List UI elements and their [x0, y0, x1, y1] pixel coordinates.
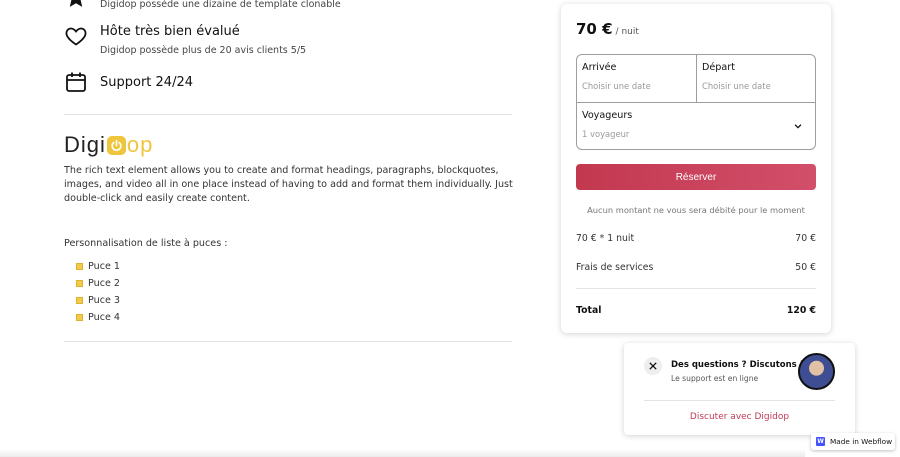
square-bullet-icon [76, 297, 83, 304]
badge-text: Made in Webflow [830, 437, 893, 446]
page-edge-shadow [0, 449, 805, 457]
service-fee-line: Frais de services 50 € [576, 262, 816, 273]
line-label: 70 € * 1 nuit [576, 233, 635, 244]
feature-title: Support 24/24 [100, 75, 193, 90]
webflow-icon: W [816, 437, 825, 446]
logo-text-start: Digi [64, 132, 106, 157]
total-label: Total [576, 305, 602, 316]
list-item: Puce 4 [76, 309, 120, 326]
logo-text-end: op [126, 132, 154, 157]
chat-widget: Des questions ? Discutons ! Le support e… [624, 343, 855, 435]
list-item: Puce 1 [76, 258, 120, 275]
total-line: Total 120 € [576, 305, 816, 316]
guests-select[interactable]: Voyageurs 1 voyageur [577, 103, 815, 149]
price: 70 € / nuit [576, 20, 639, 38]
square-bullet-icon [76, 314, 83, 321]
chat-status: Le support est en ligne [671, 374, 759, 383]
arrival-label: Arrivée [582, 62, 617, 73]
list-item: Puce 2 [76, 275, 120, 292]
chat-divider [644, 400, 835, 401]
section-divider [64, 114, 512, 115]
feature-support: Support 24/24 [64, 70, 193, 94]
chevron-down-icon[interactable] [793, 121, 803, 131]
departure-field[interactable]: Départ Choisir une date [697, 55, 815, 102]
square-bullet-icon [76, 280, 83, 287]
feature-desc: Digidop possède plus de 20 avis clients … [100, 45, 307, 56]
feature-templates: Digidop possède une dizaine de template … [64, 0, 341, 10]
total-amount: 120 € [786, 305, 816, 316]
feature-rated-host: Hôte très bien évalué Digidop possède pl… [64, 24, 306, 56]
nightly-line: 70 € * 1 nuit 70 € [576, 233, 816, 244]
booking-form: Arrivée Choisir une date Départ Choisir … [576, 54, 816, 150]
calendar-icon [66, 72, 86, 92]
bullet-list: Puce 1 Puce 2 Puce 3 Puce 4 [76, 258, 120, 326]
arrival-field[interactable]: Arrivée Choisir une date [577, 55, 696, 102]
chat-link[interactable]: Discuter avec Digidop [624, 412, 855, 422]
departure-label: Départ [702, 62, 735, 73]
list-label: Personnalisation de liste à puces : [64, 238, 228, 249]
reserve-button[interactable]: Réserver [576, 164, 816, 190]
no-charge-notice: Aucun montant ne vous sera débité pour l… [587, 205, 805, 215]
line-label: Frais de services [576, 262, 654, 273]
made-in-webflow-badge[interactable]: W Made in Webflow [811, 433, 895, 450]
departure-placeholder: Choisir une date [702, 81, 771, 91]
feature-title: Hôte très bien évalué [100, 24, 240, 39]
avatar [798, 353, 835, 390]
line-amount: 50 € [795, 262, 816, 273]
rich-text-paragraph: The rich text element allows you to crea… [64, 165, 513, 205]
feature-desc: Digidop possède une dizaine de template … [100, 0, 341, 10]
price-unit: / nuit [615, 27, 639, 37]
arrival-placeholder: Choisir une date [582, 81, 651, 91]
heart-icon [65, 27, 87, 46]
square-bullet-icon [76, 263, 83, 270]
guests-label: Voyageurs [582, 110, 633, 121]
chat-title: Des questions ? Discutons ! [671, 360, 804, 370]
total-divider [576, 288, 816, 289]
close-icon[interactable] [644, 357, 662, 375]
guests-value: 1 voyageur [582, 129, 630, 139]
power-icon [106, 135, 126, 155]
section-divider [64, 341, 512, 342]
price-amount: 70 € [576, 20, 613, 38]
list-item: Puce 3 [76, 292, 120, 309]
line-amount: 70 € [795, 233, 816, 244]
star-icon [69, 0, 83, 7]
booking-card: 70 € / nuit Arrivée Choisir une date Dép… [561, 4, 831, 333]
digidop-logo: Digi op [64, 132, 153, 158]
